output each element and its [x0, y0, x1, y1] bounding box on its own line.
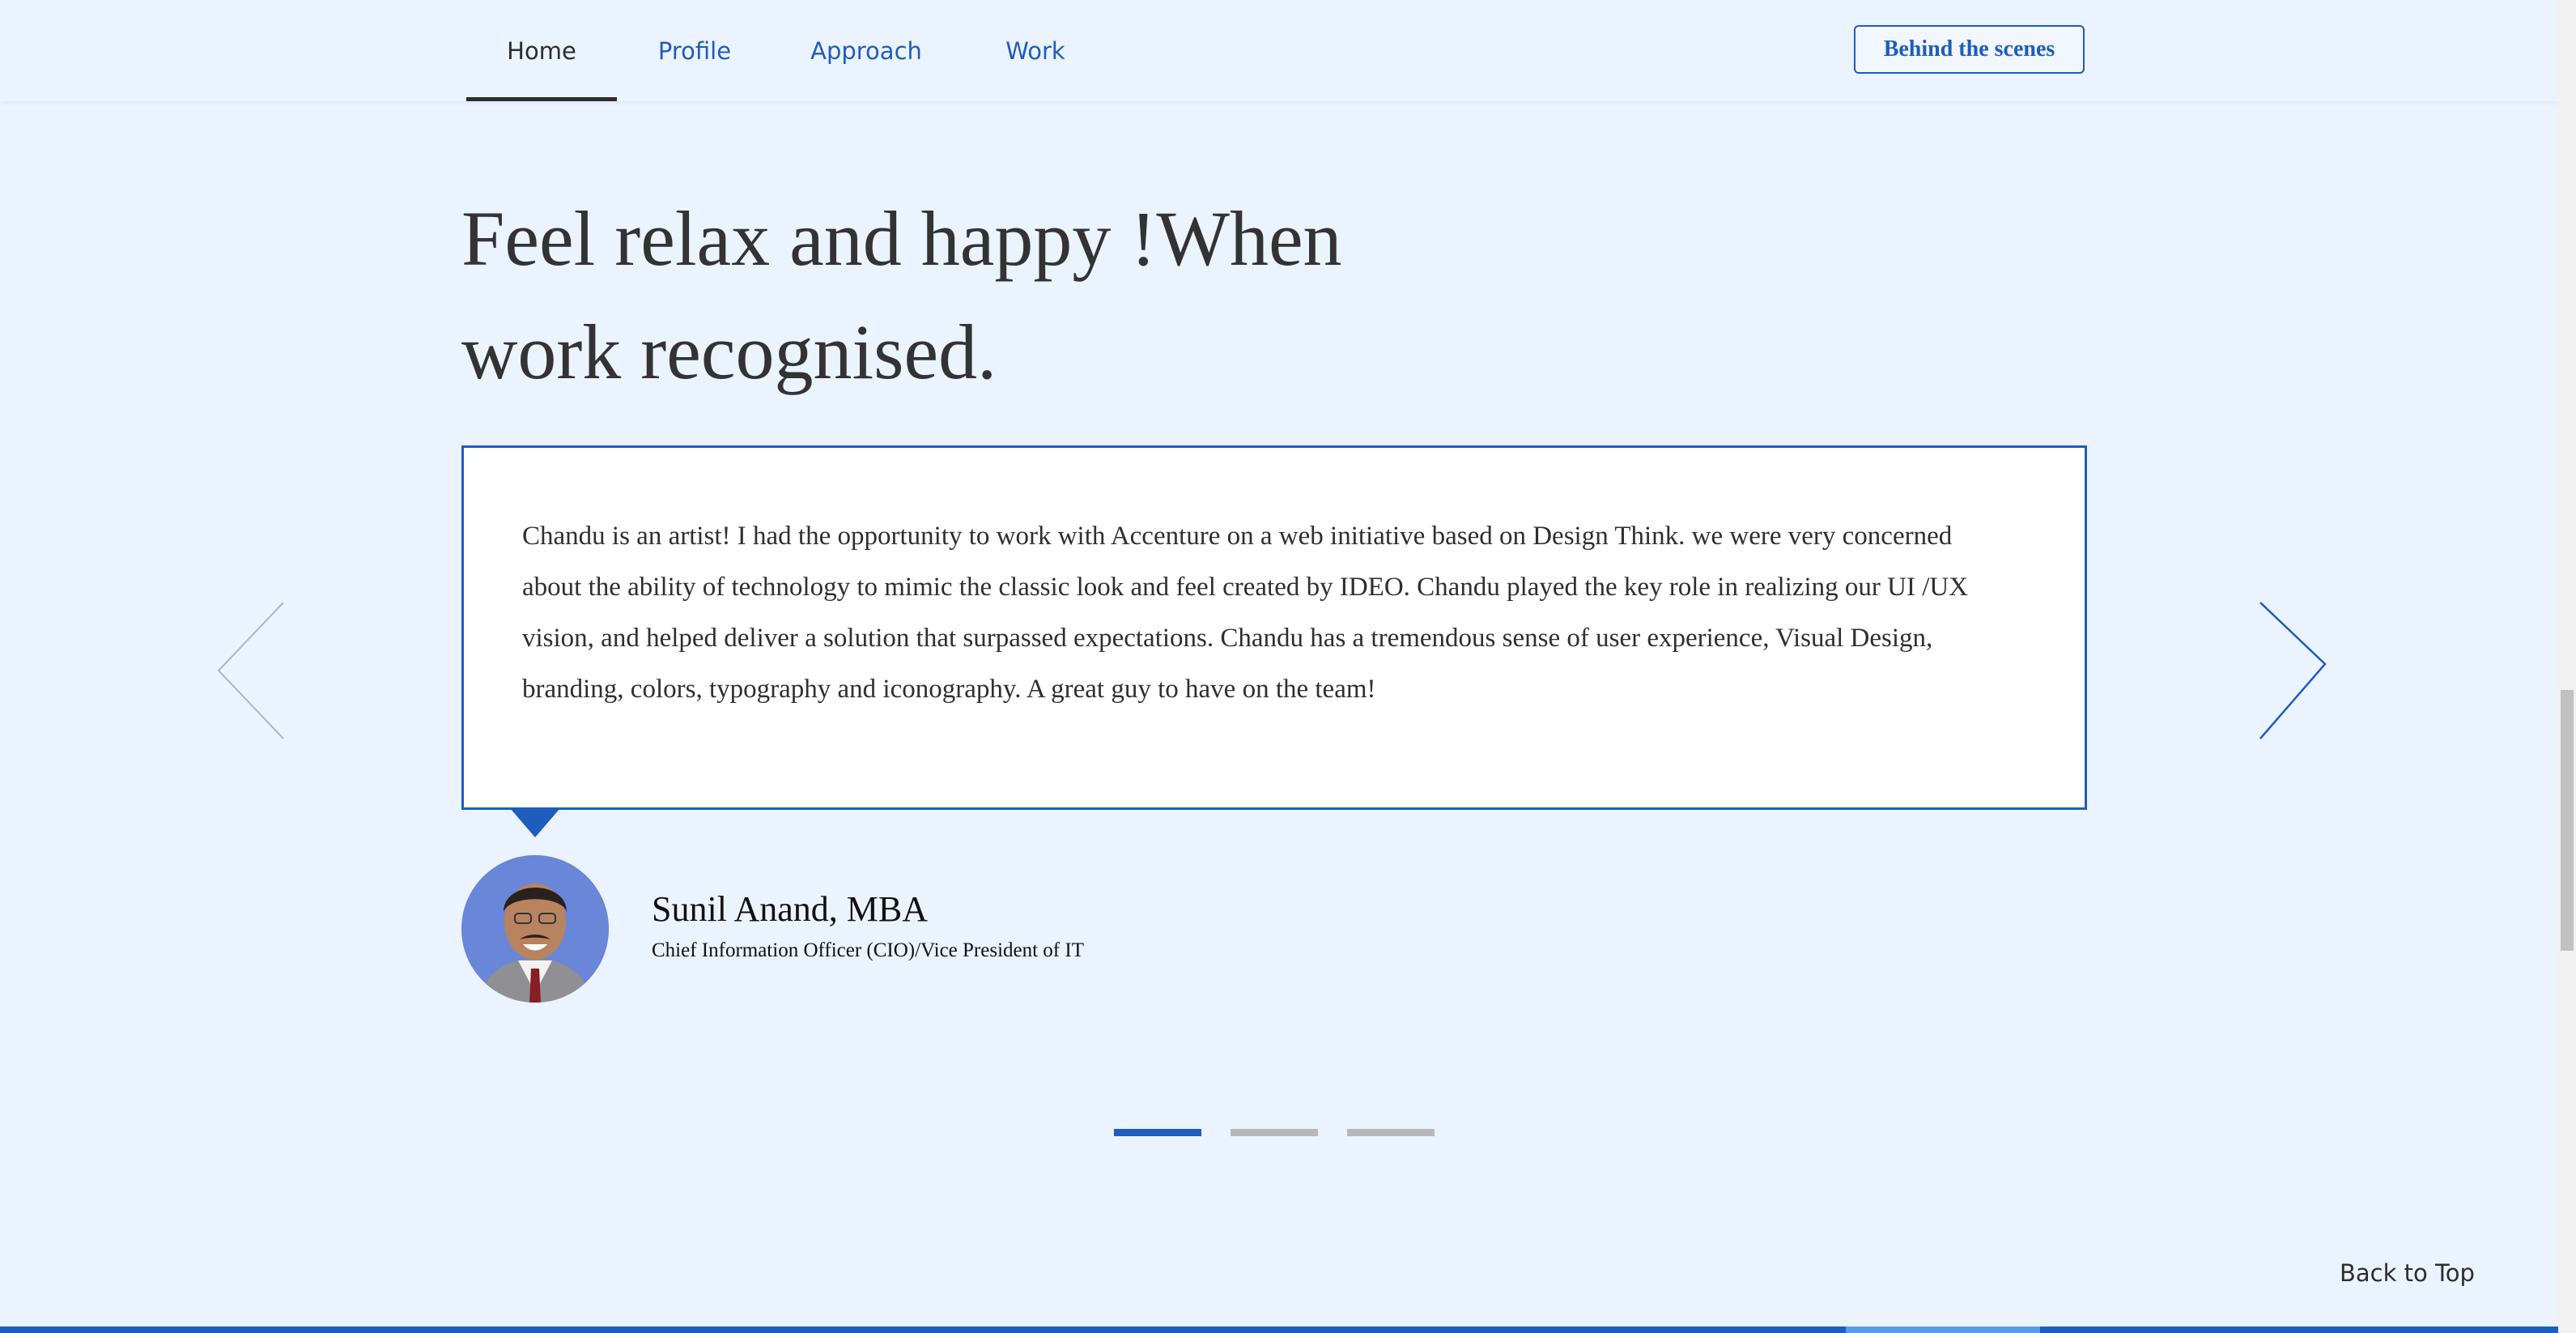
nav-item-home-label: Home [507, 36, 576, 65]
page: Home Profile Approach Work Behind the sc… [0, 0, 2576, 1333]
nav-item-profile-label: Profile [657, 36, 732, 65]
scrollbar-thumb[interactable] [2561, 690, 2574, 951]
carousel-next-button[interactable] [2251, 599, 2332, 745]
testimonial-quote: Chandu is an artist! I had the opportuni… [522, 522, 1969, 704]
testimonial-pointer [510, 808, 560, 837]
person-avatar-icon [461, 855, 609, 1003]
headline-line-1: Feel relax and happy !When [461, 195, 1342, 282]
behind-the-scenes-button[interactable]: Behind the scenes [1854, 25, 2085, 74]
testimonial-card: Chandu is an artist! I had the opportuni… [461, 445, 2087, 810]
back-to-top-link[interactable]: Back to Top [2340, 1259, 2475, 1287]
carousel-dot-2[interactable] [1231, 1129, 1318, 1136]
chevron-right-icon [2259, 602, 2327, 739]
nav-item-home[interactable]: Home [466, 0, 617, 101]
nav-item-profile[interactable]: Profile [648, 0, 742, 101]
nav-item-approach[interactable]: Approach [801, 0, 931, 101]
section-headline: Feel relax and happy !When work recognis… [461, 182, 1514, 409]
nav-active-underline [466, 97, 617, 101]
carousel-dot-1[interactable] [1114, 1129, 1201, 1136]
top-navigation: Home Profile Approach Work Behind the sc… [0, 0, 2558, 101]
carousel-prev-button[interactable] [212, 599, 293, 745]
carousel-dot-3[interactable] [1347, 1129, 1435, 1136]
headline-line-2: work recognised. [461, 309, 997, 395]
author-name: Sunil Anand, MBA [652, 889, 929, 929]
chevron-left-icon [217, 602, 284, 739]
footer-strip [0, 1327, 2558, 1333]
author-avatar [461, 855, 609, 1003]
nav-item-work[interactable]: Work [991, 0, 1080, 101]
author-title: Chief Information Officer (CIO)/Vice Pre… [652, 939, 1084, 961]
nav-item-work-label: Work [1005, 36, 1065, 65]
page-scrollbar[interactable] [2558, 0, 2576, 1333]
footer-accent [1846, 1327, 2040, 1333]
nav-item-approach-label: Approach [810, 36, 922, 65]
